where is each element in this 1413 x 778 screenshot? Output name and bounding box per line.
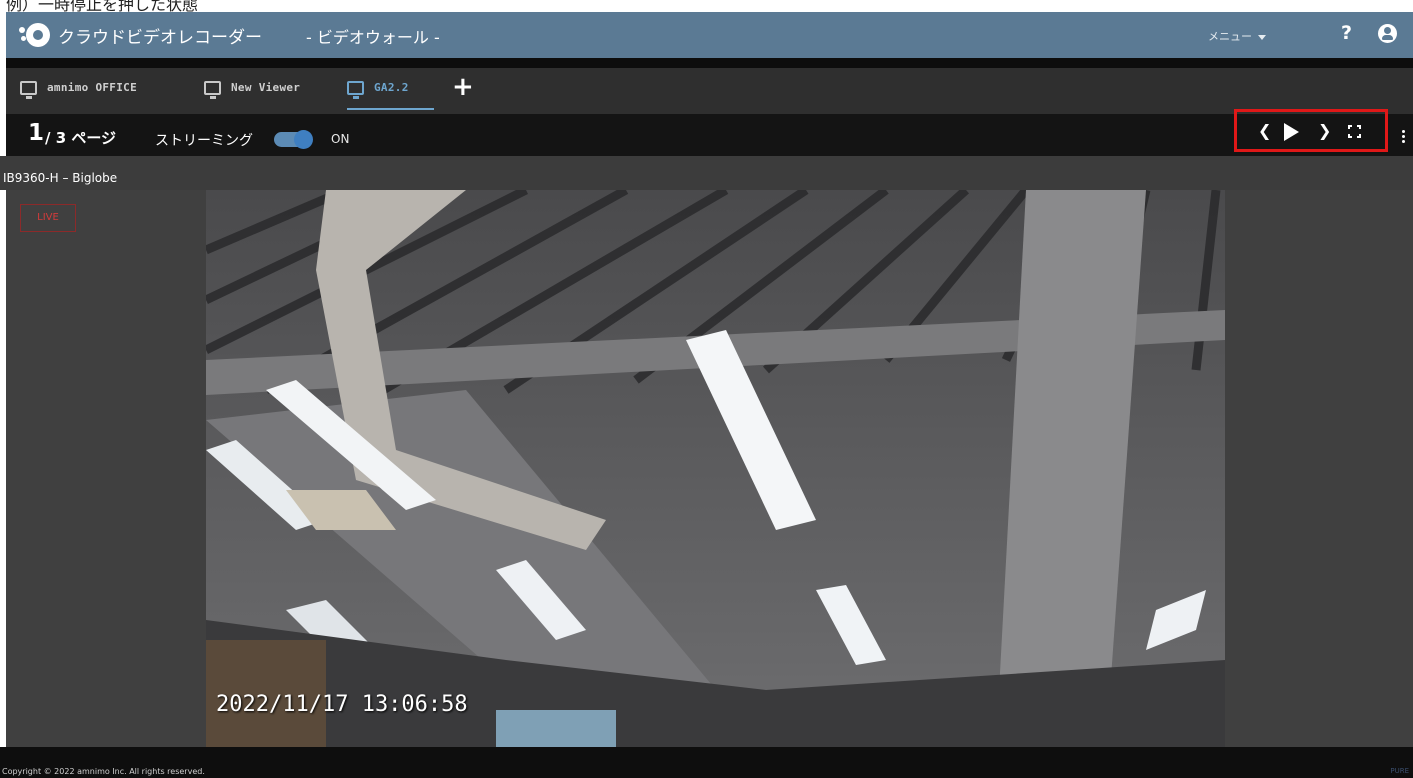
next-icon[interactable]: ❯: [1318, 121, 1331, 140]
camera-name: IB9360-H – Biglobe: [3, 171, 118, 185]
footer-brand: PURE: [1390, 767, 1409, 775]
copyright-text: Copyright © 2022 amnimo Inc. All rights …: [2, 767, 205, 776]
caption-text: 例）一時停止を押した状態: [6, 0, 199, 12]
control-bar: 1 / 3 ページ ストリーミング ON ❮ ❯: [6, 109, 1413, 156]
tab-label: amnimo OFFICE: [47, 81, 137, 94]
app-subtitle: - ビデオウォール -: [306, 28, 440, 47]
current-page: 1: [28, 120, 45, 146]
user-icon[interactable]: [1378, 24, 1397, 43]
divider: [6, 58, 1413, 68]
prev-icon[interactable]: ❮: [1258, 121, 1271, 140]
camera-panel: LIVE 2022/11/17 13:06:58: [6, 190, 1413, 747]
fullscreen-icon[interactable]: [1348, 125, 1361, 138]
tab-ga2-2[interactable]: GA2.2: [347, 78, 434, 110]
menu-label: メニュー: [1208, 30, 1252, 43]
caret-down-icon: [1258, 34, 1266, 40]
footer: Copyright © 2022 amnimo Inc. All rights …: [0, 747, 1413, 778]
app-title: クラウドビデオレコーダー: [58, 28, 262, 48]
help-icon[interactable]: ?: [1341, 22, 1352, 44]
camera-header: IB9360-H – Biglobe: [0, 156, 1413, 190]
video-frame: [206, 190, 1225, 747]
streaming-state: ON: [331, 132, 350, 146]
title-bar: クラウドビデオレコーダー - ビデオウォール - メニュー ?: [6, 12, 1413, 58]
tab-bar: amnimo OFFICE New Viewer GA2.2 +: [6, 68, 1413, 114]
more-vertical-icon[interactable]: [1402, 130, 1406, 144]
streaming-toggle[interactable]: [274, 130, 313, 149]
play-icon[interactable]: [1284, 123, 1299, 141]
live-badge: LIVE: [20, 204, 76, 232]
page-total: / 3 ページ: [45, 129, 117, 147]
tab-amnimo-office[interactable]: amnimo OFFICE: [20, 78, 137, 110]
monitor-icon: [347, 81, 364, 99]
monitor-icon: [20, 81, 37, 99]
logo-icon: [19, 21, 50, 49]
menu-dropdown[interactable]: メニュー: [1208, 28, 1266, 44]
camera-video-feed[interactable]: 2022/11/17 13:06:58: [206, 190, 1225, 747]
monitor-icon: [204, 81, 221, 99]
tab-label: GA2.2: [374, 81, 409, 94]
playback-controls-highlight: ❮ ❯: [1234, 109, 1388, 152]
video-timestamp: 2022/11/17 13:06:58: [216, 692, 468, 717]
streaming-label: ストリーミング: [155, 133, 253, 149]
add-tab-button[interactable]: +: [452, 74, 474, 100]
tab-label: New Viewer: [231, 81, 301, 94]
tab-new-viewer[interactable]: New Viewer: [204, 78, 300, 110]
